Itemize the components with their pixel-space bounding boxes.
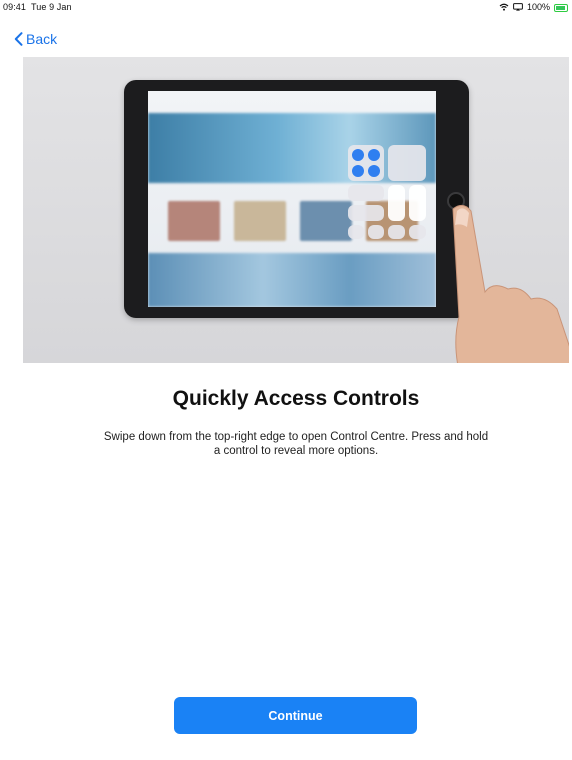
back-label: Back [26, 31, 58, 47]
onboarding-screen: 09:41 Tue 9 Jan 100% Back Quickly Access… [0, 0, 572, 760]
status-left: 09:41 Tue 9 Jan [3, 2, 72, 12]
ipad-screen [148, 91, 436, 307]
hero-image [23, 57, 569, 363]
status-date: Tue 9 Jan [31, 2, 72, 12]
status-bar: 09:41 Tue 9 Jan 100% [0, 0, 572, 14]
ipad-illustration [124, 80, 469, 318]
status-right: 100% [499, 2, 568, 12]
screen-mirroring-icon [513, 3, 523, 11]
control-centre-panel [348, 145, 428, 245]
back-button[interactable]: Back [14, 30, 57, 48]
page-title: Quickly Access Controls [172, 387, 420, 410]
battery-percentage: 100% [526, 2, 550, 12]
battery-icon [554, 3, 568, 12]
blurred-bottom-banner [148, 253, 436, 307]
wifi-icon [499, 3, 509, 11]
chevron-left-icon [14, 32, 23, 46]
status-time: 09:41 [3, 2, 27, 12]
continue-button[interactable]: Continue [174, 697, 417, 734]
hand-illustration [452, 205, 569, 363]
page-description: Swipe down from the top-right edge to op… [103, 431, 489, 457]
